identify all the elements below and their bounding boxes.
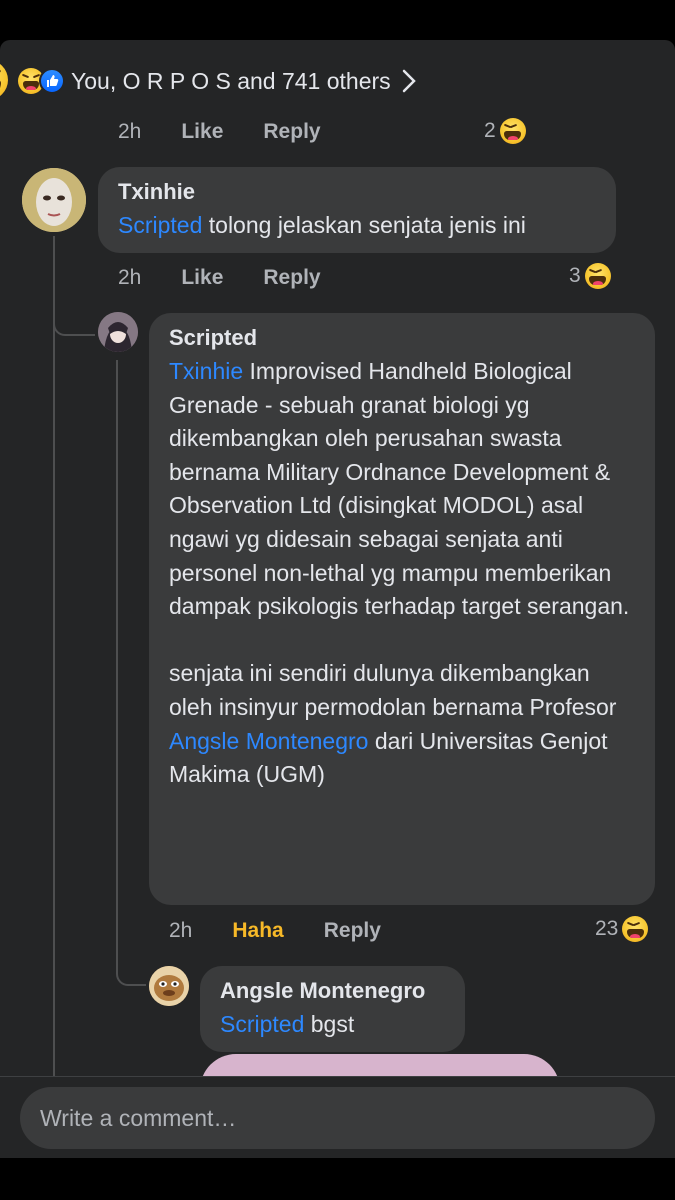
haha-emoji-icon — [499, 118, 526, 144]
reactions-summary[interactable]: You, O R P O S and 741 others — [18, 64, 417, 98]
comments-sheet: You, O R P O S and 741 others 2h Like Re… — [0, 40, 675, 1158]
thread-line — [53, 236, 55, 1076]
avatar[interactable] — [149, 966, 189, 1006]
comment-time: 2h — [118, 120, 142, 143]
avatar[interactable] — [22, 168, 86, 232]
reply-button[interactable]: Reply — [324, 919, 381, 943]
reactions-summary-text: You, O R P O S and 741 others — [71, 67, 391, 94]
comment-time: 2h — [118, 266, 142, 289]
avatar-image — [22, 168, 86, 232]
comment-input[interactable]: Write a comment… — [20, 1087, 655, 1149]
comment-body: Improvised Handheld Biological Grenade -… — [169, 358, 630, 620]
thread-connector — [53, 236, 95, 336]
reply-button[interactable]: Reply — [263, 120, 320, 144]
comment-author[interactable]: Scripted — [169, 325, 635, 351]
comment-text: Scripted bgst — [220, 1008, 445, 1042]
comment-bubble: Txinhie Scripted tolong jelaskan senjata… — [98, 167, 616, 253]
reaction-count-value: 23 — [595, 917, 619, 940]
comment-time: 2h — [169, 919, 193, 942]
comment-author[interactable]: Angsle Montenegro — [220, 978, 445, 1004]
comment-bubble: Angsle Montenegro Scripted bgst — [200, 966, 465, 1052]
comment-actions: 2h Haha Reply — [169, 919, 381, 943]
mention-link[interactable]: Scripted — [118, 212, 202, 238]
comment-text: senjata ini sendiri dulunya dikembangkan… — [169, 657, 635, 791]
comment-text: Scripted tolong jelaskan senjata jenis i… — [118, 209, 596, 243]
avatar[interactable] — [98, 312, 138, 352]
thread-line — [116, 360, 118, 950]
comment-bubble: Scripted Txinhie Improvised Handheld Bio… — [149, 313, 655, 905]
reaction-count[interactable]: 3 — [569, 263, 615, 289]
comment-body: bgst — [304, 1011, 355, 1037]
reply-button[interactable]: Reply — [263, 266, 320, 290]
avatar-image — [98, 312, 138, 352]
like-button[interactable]: Like — [181, 120, 223, 144]
comment-composer-bar: Write a comment… — [0, 1076, 675, 1158]
haha-reaction-button-icon[interactable] — [0, 60, 8, 100]
haha-emoji-icon — [584, 263, 611, 289]
reaction-count[interactable]: 23 — [595, 916, 652, 942]
mention-link[interactable]: Txinhie — [169, 358, 243, 384]
comment-actions: 2h Like Reply — [118, 266, 321, 290]
comment-author[interactable]: Txinhie — [118, 179, 596, 205]
reaction-count-value: 3 — [569, 264, 581, 287]
comment-body: tolong jelaskan senjata jenis ini — [202, 212, 526, 238]
haha-reaction-button[interactable]: Haha — [232, 919, 283, 943]
reaction-count[interactable]: 2 — [484, 118, 530, 144]
mention-link[interactable]: Scripted — [220, 1011, 304, 1037]
reaction-count-value: 2 — [484, 119, 496, 142]
comment-input-placeholder: Write a comment… — [40, 1104, 237, 1131]
comment-actions: 2h Like Reply — [118, 120, 321, 144]
like-icon — [39, 68, 65, 94]
haha-emoji-icon — [622, 916, 649, 942]
comment-text: Txinhie Improvised Handheld Biological G… — [169, 355, 635, 624]
chevron-right-icon — [402, 69, 416, 93]
comment-body: senjata ini sendiri dulunya dikembangkan… — [169, 660, 617, 720]
thread-connector — [116, 900, 146, 986]
mention-link[interactable]: Angsle Montenegro — [169, 728, 368, 754]
like-button[interactable]: Like — [181, 266, 223, 290]
avatar-image — [149, 966, 189, 1006]
